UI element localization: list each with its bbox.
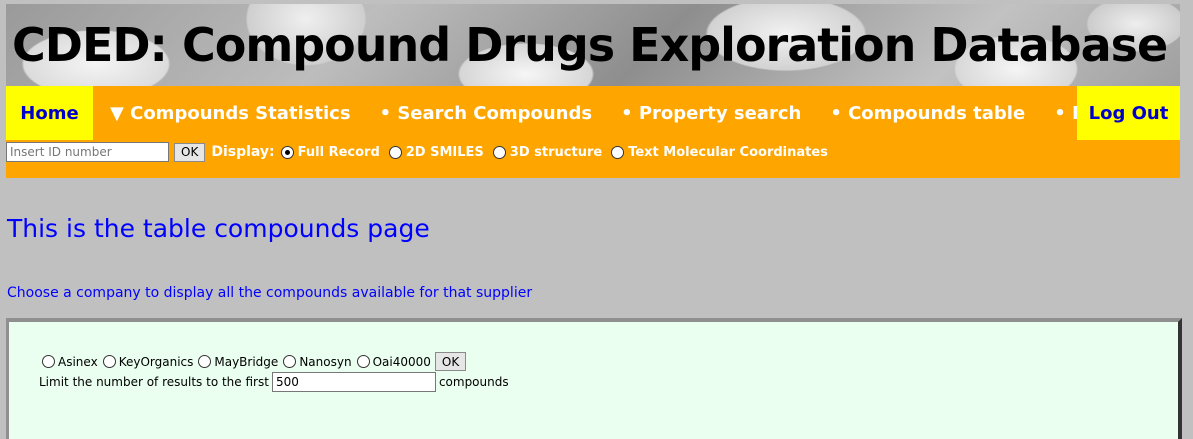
nav-menu: Home ▼ Compounds Statistics • Search Com… xyxy=(6,86,1180,140)
display-2d-smiles-label: 2D SMILES xyxy=(405,144,484,160)
header-banner: CDED: Compound Drugs Exploration Databas… xyxy=(6,4,1180,86)
display-2d-smiles-radio[interactable] xyxy=(388,145,402,159)
page-title: This is the table compounds page xyxy=(7,214,430,243)
nav-home-link[interactable]: Home xyxy=(6,86,93,140)
company-maybridge-label: MayBridge xyxy=(214,354,279,369)
site-title: CDED: Compound Drugs Exploration Databas… xyxy=(12,18,1168,72)
display-text-coordinates-label: Text Molecular Coordinates xyxy=(628,144,828,160)
display-label: Display: xyxy=(211,144,275,160)
company-keyorganics-label: KeyOrganics xyxy=(118,354,194,369)
company-form-panel: Asinex KeyOrganics MayBridge Nanosyn Oai… xyxy=(6,318,1182,439)
id-search-bar: OK Display: Full Record 2D SMILES 3D str… xyxy=(6,141,837,163)
company-asinex-radio[interactable] xyxy=(42,355,55,368)
nav-compounds-table[interactable]: • Compounds table xyxy=(830,86,1025,140)
page-instructions: Choose a company to display all the comp… xyxy=(7,285,533,301)
limit-suffix-label: compounds xyxy=(438,375,509,389)
limit-results-input[interactable] xyxy=(271,372,436,392)
logout-link[interactable]: Log Out xyxy=(1077,86,1180,140)
company-nanosyn-label: Nanosyn xyxy=(299,354,352,369)
company-nanosyn-radio[interactable] xyxy=(283,355,297,368)
limit-row: Limit the number of results to the first… xyxy=(39,372,509,392)
nav-compounds-statistics[interactable]: ▼ Compounds Statistics xyxy=(110,86,351,140)
company-radio-group: Asinex KeyOrganics MayBridge Nanosyn Oai… xyxy=(42,352,467,371)
display-3d-structure-radio[interactable] xyxy=(492,145,506,159)
main-nav: Home ▼ Compounds Statistics • Search Com… xyxy=(6,86,1180,178)
display-full-record-radio[interactable] xyxy=(280,145,294,159)
id-number-input[interactable] xyxy=(6,142,169,162)
company-keyorganics-radio[interactable] xyxy=(102,355,116,368)
id-search-ok-button[interactable]: OK xyxy=(174,142,206,162)
nav-search-compounds[interactable]: • Search Compounds xyxy=(380,86,593,140)
company-ok-button[interactable]: OK xyxy=(434,352,467,371)
display-full-record-label: Full Record xyxy=(297,144,380,160)
company-asinex-label: Asinex xyxy=(58,354,98,369)
company-maybridge-radio[interactable] xyxy=(198,355,212,368)
limit-prefix-label: Limit the number of results to the first xyxy=(39,375,269,389)
display-text-coordinates-radio[interactable] xyxy=(611,145,625,159)
company-oai40000-label: Oai40000 xyxy=(372,354,431,369)
nav-property-search[interactable]: • Property search xyxy=(621,86,801,140)
display-3d-structure-label: 3D structure xyxy=(509,144,603,160)
company-oai40000-radio[interactable] xyxy=(356,355,370,368)
